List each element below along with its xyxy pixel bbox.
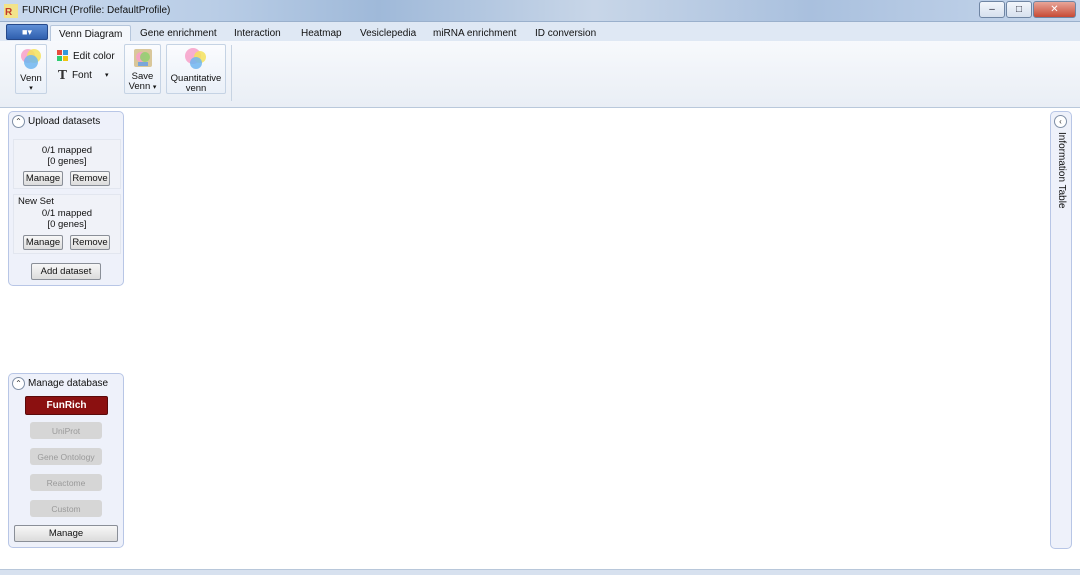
add-dataset-button[interactable]: Add dataset xyxy=(31,263,101,280)
dataset-gene-count: [0 genes] xyxy=(47,219,87,230)
upload-datasets-title: Upload datasets xyxy=(28,116,101,127)
manage-dataset-button[interactable]: Manage xyxy=(23,235,63,250)
manage-database-title: Manage database xyxy=(28,378,109,389)
chevron-down-icon: ▾ xyxy=(29,85,33,92)
maximize-button[interactable]: □ xyxy=(1006,1,1032,18)
application-menu-button[interactable]: ■▾ xyxy=(6,24,48,40)
database-funrich-button[interactable]: FunRich xyxy=(25,396,108,415)
status-bar xyxy=(0,569,1080,575)
quantitative-venn-button[interactable]: Quantitative venn xyxy=(166,44,226,94)
manage-dataset-button[interactable]: Manage xyxy=(23,171,63,186)
palette-icon xyxy=(57,50,68,61)
database-gene-ontology-button[interactable]: Gene Ontology xyxy=(30,448,102,465)
save-venn-icon xyxy=(133,49,152,67)
ribbon-toolbar: Venn ▾ Edit color T Font ▾ Save Venn ▾ Q… xyxy=(0,41,1080,108)
chevron-left-icon[interactable]: ‹ xyxy=(1054,115,1067,128)
database-reactome-button[interactable]: Reactome xyxy=(30,474,102,491)
upload-datasets-header[interactable]: ⌃ Upload datasets xyxy=(12,115,100,128)
dataset-item: New Set 0/1 mapped [0 genes] Manage Remo… xyxy=(13,194,121,254)
information-table-panel[interactable]: ‹ Information Table xyxy=(1050,111,1072,549)
font-button[interactable]: T Font ▾ xyxy=(58,68,108,82)
chevron-up-icon[interactable]: ⌃ xyxy=(12,377,25,390)
title-bar: R FUNRICH (Profile: DefaultProfile) – □ … xyxy=(0,0,1080,22)
edit-color-label: Edit color xyxy=(73,50,115,62)
tab-venn-diagram[interactable]: Venn Diagram xyxy=(50,25,132,42)
dataset-gene-count: [0 genes] xyxy=(47,156,87,167)
chevron-down-icon: ▾ xyxy=(152,84,157,91)
tab-gene-enrichment[interactable]: Gene enrichment xyxy=(132,25,225,42)
database-custom-button[interactable]: Custom xyxy=(30,500,102,517)
dataset-mapped-count: 0/1 mapped xyxy=(41,145,93,156)
tab-vesiclepedia[interactable]: Vesiclepedia xyxy=(352,25,424,42)
window-controls: – □ ✕ xyxy=(978,1,1076,18)
save-venn-button[interactable]: Save Venn ▾ xyxy=(124,44,161,94)
manage-database-panel: ⌃ Manage database FunRich UniProt Gene O… xyxy=(8,373,124,548)
minimize-button[interactable]: – xyxy=(979,1,1005,18)
dataset-mapped-count: 0/1 mapped xyxy=(41,208,93,219)
chevron-down-icon: ▾ xyxy=(104,72,109,79)
tab-heatmap[interactable]: Heatmap xyxy=(293,25,350,42)
save-venn-label-line2-wrap: Venn ▾ xyxy=(125,82,160,93)
save-venn-label-line2: Venn xyxy=(128,81,151,92)
upload-datasets-panel: ⌃ Upload datasets 0/1 mapped [0 genes] M… xyxy=(8,111,124,286)
ribbon-tab-row: ■▾ Venn Diagram Gene enrichment Interact… xyxy=(0,22,1080,42)
manage-database-button[interactable]: Manage xyxy=(14,525,118,542)
svg-text:R: R xyxy=(5,7,13,18)
funrich-logo-icon: R xyxy=(4,4,18,18)
ribbon-separator xyxy=(231,45,232,101)
quantitative-label-line2: venn xyxy=(185,83,207,94)
quantitative-venn-icon xyxy=(185,48,206,69)
close-button[interactable]: ✕ xyxy=(1033,1,1076,18)
information-table-title: Information Table xyxy=(1056,132,1067,209)
remove-dataset-button[interactable]: Remove xyxy=(70,171,110,186)
edit-color-button[interactable]: Edit color xyxy=(57,50,115,62)
database-uniprot-button[interactable]: UniProt xyxy=(30,422,102,439)
font-icon: T xyxy=(58,68,67,82)
remove-dataset-button[interactable]: Remove xyxy=(70,235,110,250)
venn-button[interactable]: Venn ▾ xyxy=(15,44,47,94)
chevron-up-icon[interactable]: ⌃ xyxy=(12,115,25,128)
dataset-item: 0/1 mapped [0 genes] Manage Remove xyxy=(13,139,121,189)
tab-mirna-enrichment[interactable]: miRNA enrichment xyxy=(425,25,524,42)
venn-canvas xyxy=(0,108,1080,571)
manage-database-header[interactable]: ⌃ Manage database xyxy=(12,377,108,390)
app-menu-icon: ■▾ xyxy=(22,26,32,37)
tab-interaction[interactable]: Interaction xyxy=(226,25,289,42)
dataset-name: New Set xyxy=(18,196,54,207)
tab-id-conversion[interactable]: ID conversion xyxy=(527,25,604,42)
font-label: Font xyxy=(71,69,92,81)
window-title: FUNRICH (Profile: DefaultProfile) xyxy=(22,5,171,16)
venn-icon xyxy=(21,49,41,69)
venn-label: Venn xyxy=(20,73,42,84)
